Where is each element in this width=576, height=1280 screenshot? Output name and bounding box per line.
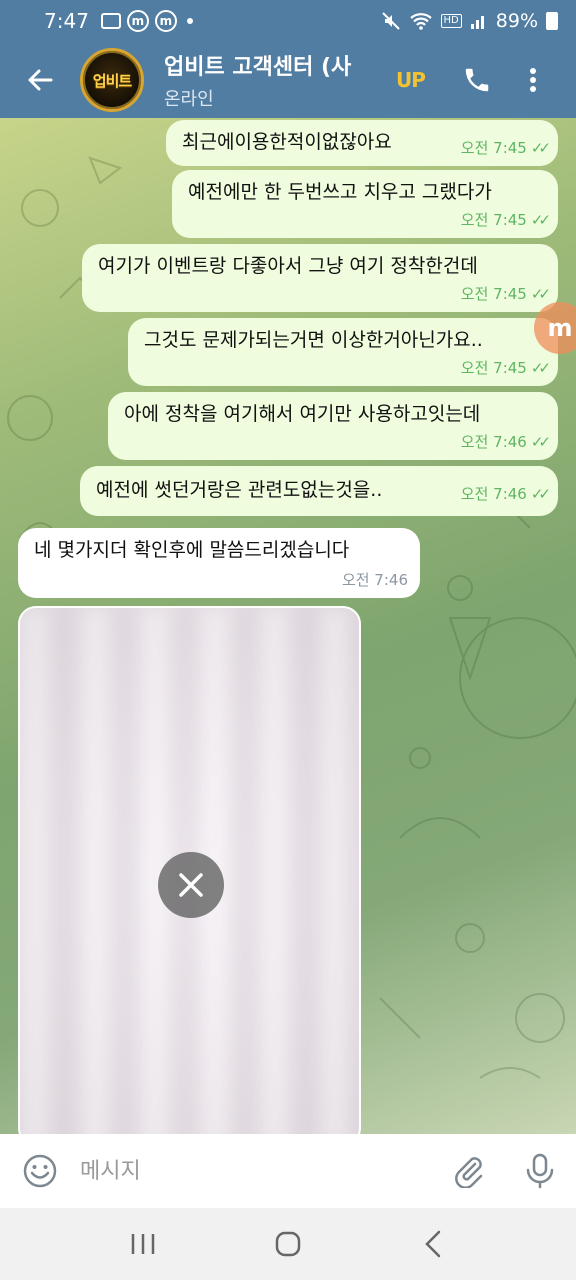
recent-apps-button[interactable] xyxy=(113,1214,173,1274)
message-meta: 오전 7:46 ✓✓ xyxy=(460,430,551,454)
message-time: 오전 7:46 xyxy=(460,485,527,503)
message-bubble-incoming[interactable]: 네 몇가지더 확인후에 말씀드리겠습니다 오전 7:46 xyxy=(18,528,420,598)
more-notifications-dot-icon xyxy=(186,18,193,24)
message-bubble-outgoing[interactable]: 여기가 이벤트랑 다좋아서 그냥 여기 정착한건데 오전 7:45 ✓✓ xyxy=(82,244,558,312)
paperclip-icon xyxy=(455,1157,483,1188)
phone-icon xyxy=(465,68,489,92)
message-time: 오전 7:46 xyxy=(341,571,408,589)
avatar[interactable]: 업비트 xyxy=(80,48,144,112)
read-checks-icon: ✓✓ xyxy=(530,485,551,503)
message-meta: 오전 7:46 ✓✓ xyxy=(460,482,551,506)
signal-icon xyxy=(470,16,484,29)
chat-messages-area[interactable]: 최근에이용한적이없잖아요 오전 7:45 ✓✓ 예전에만 한 두번쓰고 치우고 그… xyxy=(0,118,576,1134)
message-bubble-outgoing[interactable]: 최근에이용한적이없잖아요 오전 7:45 ✓✓ xyxy=(166,120,558,166)
message-text: 네 몇가지더 확인후에 말씀드리겠습니다 xyxy=(34,539,350,561)
message-text: 예전에 썻던거랑은 관련도없는것을.. xyxy=(96,479,383,501)
message-time: 오전 7:45 xyxy=(460,139,527,157)
home-button[interactable] xyxy=(258,1214,318,1274)
message-input[interactable] xyxy=(80,1158,432,1184)
status-time: 7:47 xyxy=(44,9,89,33)
message-text: 아에 정착을 여기해서 여기만 사용하고잇는데 xyxy=(124,403,481,425)
hd-voice-icon: HD xyxy=(440,14,462,28)
emoji-button[interactable] xyxy=(0,1134,80,1208)
read-checks-icon: ✓✓ xyxy=(530,139,551,157)
mute-icon xyxy=(381,12,400,30)
read-checks-icon: ✓✓ xyxy=(530,359,551,377)
chat-title: 업비트 고객센터 (사 xyxy=(164,55,352,80)
status-bar: 7:47 m m HD 89% xyxy=(0,0,576,42)
message-bubble-outgoing[interactable]: 아에 정착을 여기해서 여기만 사용하고잇는데 오전 7:46 ✓✓ xyxy=(108,392,558,460)
back-nav-button[interactable] xyxy=(403,1214,463,1274)
call-button[interactable] xyxy=(449,42,505,118)
gallery-notification-icon xyxy=(100,13,121,29)
more-button[interactable] xyxy=(505,42,561,118)
more-vertical-icon xyxy=(529,68,536,92)
read-checks-icon: ✓✓ xyxy=(530,433,551,451)
emoji-icon xyxy=(23,1154,57,1188)
read-checks-icon: ✓✓ xyxy=(530,285,551,303)
recent-apps-icon xyxy=(131,1234,154,1254)
chat-header: 업비트 업비트 고객센터 (사 온라인 UP xyxy=(0,42,576,118)
image-message-loading[interactable] xyxy=(18,606,361,1134)
arrow-left-icon xyxy=(28,69,53,91)
app-notification-icon-2: m xyxy=(154,10,177,32)
attach-button[interactable] xyxy=(432,1134,504,1208)
message-meta: 오전 7:45 ✓✓ xyxy=(460,356,551,380)
avatar-logo-text: 업비트 xyxy=(92,71,132,90)
message-meta: 오전 7:46 xyxy=(342,568,408,592)
back-button[interactable] xyxy=(0,42,80,118)
message-meta: 오전 7:45 ✓✓ xyxy=(460,208,551,232)
battery-level: 89% xyxy=(495,10,538,32)
wifi-icon xyxy=(409,13,432,30)
microphone-icon xyxy=(526,1153,554,1189)
message-bubble-outgoing[interactable]: 예전에만 한 두번쓰고 치우고 그랬다가 오전 7:45 ✓✓ xyxy=(172,170,558,238)
app-notification-icon: m xyxy=(126,10,149,32)
home-icon xyxy=(275,1231,301,1257)
message-text: 최근에이용한적이없잖아요 xyxy=(182,131,392,153)
battery-icon xyxy=(546,12,558,30)
status-system-icons: HD 89% xyxy=(381,10,558,32)
message-time: 오전 7:45 xyxy=(460,359,527,377)
up-badge: UP xyxy=(396,68,426,92)
message-bubble-outgoing[interactable]: 그것도 문제가되는거면 이상한거아닌가요.. 오전 7:45 ✓✓ xyxy=(128,318,558,386)
message-input-bar xyxy=(0,1134,576,1208)
chat-title-block[interactable]: 업비트 고객센터 (사 온라인 xyxy=(164,49,394,111)
cancel-download-button[interactable] xyxy=(158,852,224,918)
message-text: 그것도 문제가되는거면 이상한거아닌가요.. xyxy=(144,329,483,351)
message-time: 오전 7:45 xyxy=(460,285,527,303)
message-text: 예전에만 한 두번쓰고 치우고 그랬다가 xyxy=(188,181,492,203)
message-text: 여기가 이벤트랑 다좋아서 그냥 여기 정착한건데 xyxy=(98,255,478,277)
message-meta: 오전 7:45 ✓✓ xyxy=(460,282,551,306)
online-status: 온라인 xyxy=(164,89,214,110)
status-notification-icons: m m xyxy=(100,10,193,32)
message-time: 오전 7:45 xyxy=(460,211,527,229)
system-navigation-bar xyxy=(0,1208,576,1280)
close-icon xyxy=(179,873,203,897)
chevron-left-icon xyxy=(425,1230,441,1258)
message-bubble-outgoing[interactable]: 예전에 썻던거랑은 관련도없는것을.. 오전 7:46 ✓✓ xyxy=(80,466,558,516)
microphone-button[interactable] xyxy=(504,1134,576,1208)
message-time: 오전 7:46 xyxy=(460,433,527,451)
read-checks-icon: ✓✓ xyxy=(530,211,551,229)
message-meta: 오전 7:45 ✓✓ xyxy=(460,136,551,160)
